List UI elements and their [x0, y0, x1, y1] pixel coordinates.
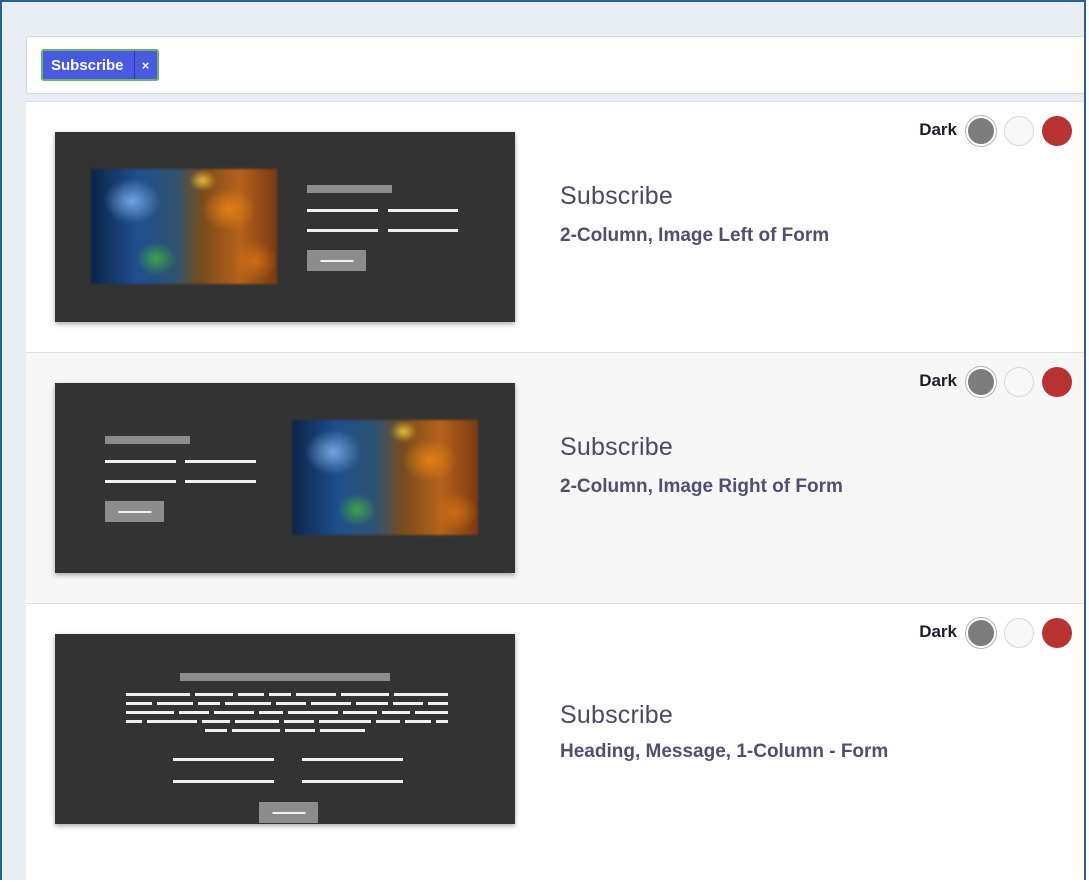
filter-tag: Subscribe × — [41, 49, 159, 81]
template-title: Subscribe — [560, 182, 673, 210]
thumbnail-message-line — [179, 711, 209, 714]
thumbnail-message-line — [126, 720, 142, 723]
thumbnail-message-line — [126, 702, 152, 705]
thumbnail-message-line — [147, 720, 197, 723]
thumbnail-image — [292, 420, 478, 535]
variant-label: Dark — [919, 622, 957, 641]
thumbnail-message-line — [126, 693, 190, 696]
thumbnail-field-line — [307, 209, 378, 212]
thumbnail-message-line — [356, 702, 388, 705]
thumbnail-heading-line — [307, 185, 392, 193]
thumbnail-heading-line — [105, 436, 190, 444]
thumbnail-field-line — [302, 758, 403, 761]
thumbnail-field-line — [185, 460, 256, 463]
template-subtitle: 2-Column, Image Right of Form — [560, 476, 843, 497]
thumbnail-message-line — [436, 720, 448, 723]
thumbnail-message-line — [296, 693, 336, 696]
filter-tag-input[interactable]: Subscribe × — [26, 36, 1084, 94]
thumbnail-message-line — [285, 729, 315, 732]
thumbnail-heading-line — [180, 673, 390, 681]
thumbnail-message-line — [198, 702, 220, 705]
thumbnail-message-line — [393, 702, 423, 705]
thumbnail-message-line — [126, 711, 174, 714]
template-row[interactable]: Subscribe 2-Column, Image Left of Form D… — [26, 101, 1084, 351]
thumbnail-button — [259, 802, 318, 823]
thumbnail-message-line — [238, 693, 264, 696]
color-swatch-gray[interactable] — [966, 116, 996, 146]
thumbnail-message-line — [319, 720, 371, 723]
color-swatch-red[interactable] — [1042, 116, 1072, 146]
thumbnail-field-line — [388, 229, 458, 232]
thumbnail-message-line — [320, 729, 365, 732]
thumbnail-field-line — [302, 780, 403, 783]
template-title: Subscribe — [560, 701, 673, 729]
thumbnail-message-line — [415, 711, 448, 714]
template-thumbnail[interactable] — [55, 132, 515, 322]
thumbnail-message-line — [311, 702, 351, 705]
thumbnail-message-line — [288, 711, 338, 714]
thumbnail-button — [307, 250, 366, 271]
thumbnail-field-line — [388, 209, 458, 212]
thumbnail-field-line — [105, 480, 176, 483]
thumbnail-message-line — [195, 693, 233, 696]
template-thumbnail[interactable] — [55, 634, 515, 824]
thumbnail-message-line — [394, 693, 448, 696]
color-swatch-red[interactable] — [1042, 618, 1072, 648]
thumbnail-message-line — [276, 702, 306, 705]
thumbnail-image — [91, 169, 277, 284]
filter-tag-label: Subscribe — [51, 56, 124, 74]
template-subtitle: Heading, Message, 1-Column - Form — [560, 741, 889, 762]
thumbnail-message-line — [269, 693, 291, 696]
thumbnail-field-line — [173, 758, 274, 761]
thumbnail-message-line — [259, 711, 283, 714]
thumbnail-message-line — [428, 702, 448, 705]
thumbnail-message-line — [157, 702, 193, 705]
thumbnail-message-line — [232, 729, 280, 732]
thumbnail-message-line — [376, 720, 400, 723]
template-subtitle: 2-Column, Image Left of Form — [560, 225, 830, 246]
template-picker-panel: Subscribe × Subscribe 2-Column, Image Le… — [0, 0, 1086, 880]
color-swatch-gray[interactable] — [966, 618, 996, 648]
thumbnail-field-line — [185, 480, 256, 483]
template-list: Subscribe 2-Column, Image Left of Form D… — [26, 101, 1084, 880]
color-swatch-white[interactable] — [1004, 367, 1034, 397]
color-swatch-red[interactable] — [1042, 367, 1072, 397]
color-swatch-white[interactable] — [1004, 116, 1034, 146]
thumbnail-button — [105, 501, 164, 522]
template-title: Subscribe — [560, 433, 673, 461]
thumbnail-message-line — [235, 720, 279, 723]
thumbnail-message-line — [284, 720, 314, 723]
thumbnail-message-line — [205, 729, 227, 732]
color-swatch-white[interactable] — [1004, 618, 1034, 648]
template-thumbnail[interactable] — [55, 383, 515, 573]
thumbnail-field-line — [307, 229, 378, 232]
thumbnail-field-line — [173, 780, 274, 783]
thumbnail-message-line — [343, 711, 377, 714]
thumbnail-message-line — [341, 693, 389, 696]
variant-label: Dark — [919, 120, 957, 139]
thumbnail-message-line — [382, 711, 410, 714]
template-row[interactable]: Subscribe Heading, Message, 1-Column - F… — [26, 603, 1084, 853]
remove-tag-icon[interactable]: × — [133, 51, 157, 79]
thumbnail-message-line — [225, 702, 271, 705]
thumbnail-message-line — [405, 720, 431, 723]
template-row[interactable]: Subscribe 2-Column, Image Right of Form … — [26, 352, 1084, 602]
thumbnail-message-line — [202, 720, 230, 723]
color-swatch-gray[interactable] — [966, 367, 996, 397]
thumbnail-message-line — [214, 711, 254, 714]
variant-label: Dark — [919, 371, 957, 390]
thumbnail-field-line — [105, 460, 176, 463]
